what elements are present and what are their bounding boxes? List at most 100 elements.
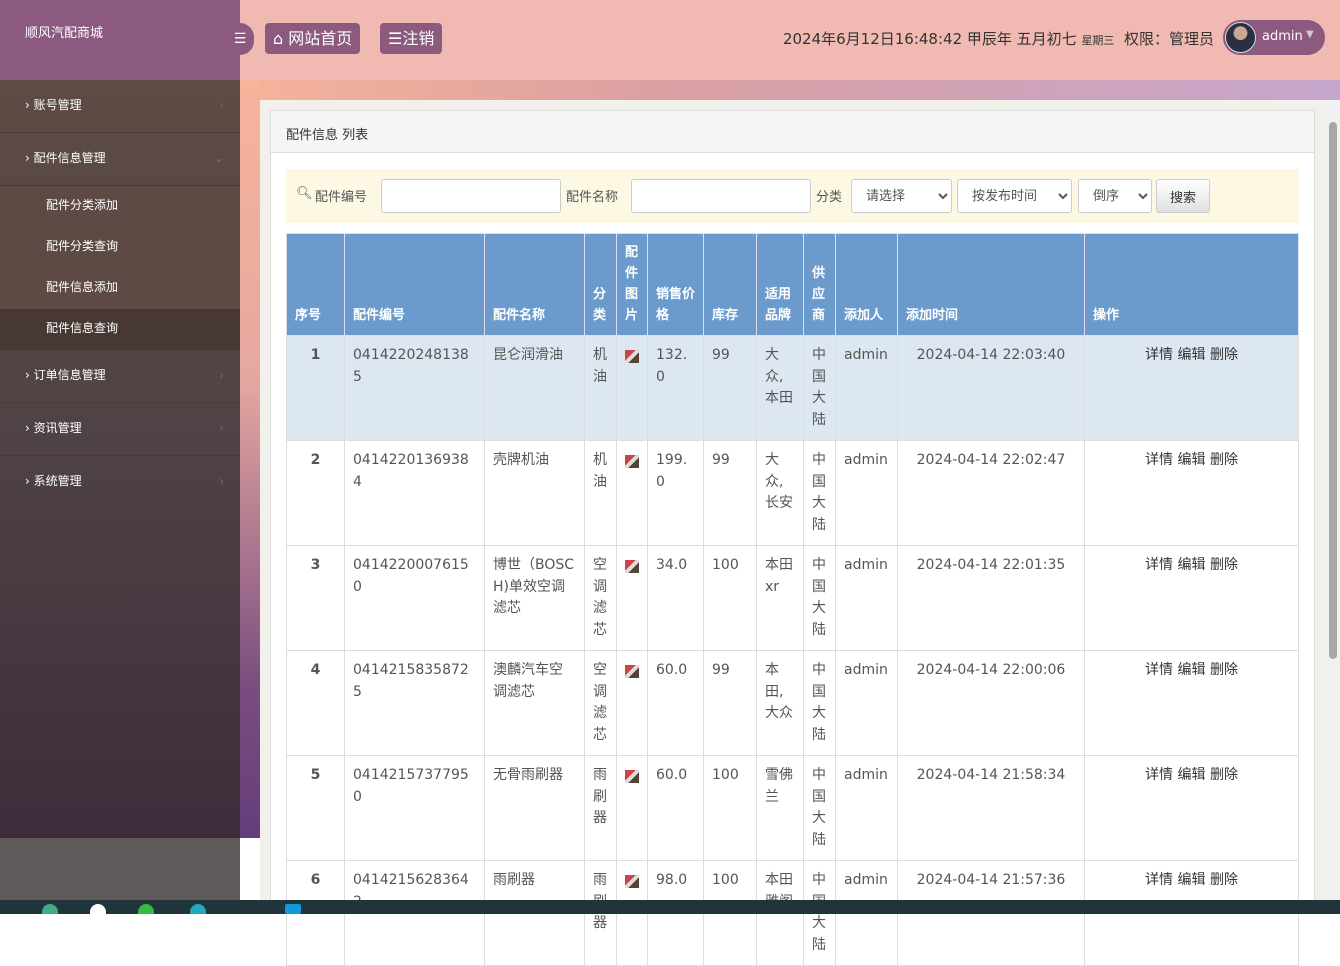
part-thumbnail[interactable] — [625, 875, 639, 888]
column-header: 添加时间 — [897, 233, 1085, 336]
user-menu[interactable]: admin ▼ — [1223, 20, 1325, 55]
taskbar-app-icon[interactable] — [190, 904, 206, 914]
cell-price: 60.0 — [647, 650, 704, 756]
home-label: 网站首页 — [288, 29, 353, 48]
taskbar-app-icon[interactable] — [42, 904, 58, 914]
column-header: 配件名称 — [484, 233, 585, 336]
sidebar: › 账号管理 › › 配件信息管理 ⌄ 配件分类添加 配件分类查询 配件信息添加 配… — [0, 80, 240, 838]
category-label: 分类 — [816, 190, 843, 205]
cell-adder: admin — [835, 755, 898, 861]
cell-brand: 本田,大众 — [756, 650, 804, 756]
part-thumbnail[interactable] — [625, 665, 639, 678]
table-row[interactable]: 2 04142201369384 壳牌机油 机油 199.0 99 大众,长安 中国大陆 adm… — [286, 440, 1299, 546]
name-input[interactable] — [631, 179, 811, 213]
cell-stock: 99 — [703, 440, 757, 546]
taskbar-app-icon[interactable] — [285, 904, 301, 914]
column-header: 分类 — [584, 233, 617, 336]
sidebar-item-label: 系统管理 — [33, 474, 82, 488]
username: admin — [1262, 29, 1303, 44]
cell-time: 2024-04-14 22:00:06 — [897, 650, 1085, 756]
table-row[interactable]: 5 04142157377950 无骨雨刷器 雨刷器 60.0 100 雪佛兰 中国大陆 adm… — [286, 755, 1299, 861]
sidebar-subitem-parts-add[interactable]: 配件信息添加 — [0, 268, 240, 309]
sidebar-item-orders[interactable]: › 订单信息管理 › — [0, 350, 240, 403]
chevron-right-icon: › — [219, 474, 224, 488]
decorative-strip — [240, 80, 1340, 100]
home-button[interactable]: ⌂ 网站首页 — [265, 23, 361, 54]
detail-link[interactable]: 详情 — [1145, 662, 1173, 678]
edit-link[interactable]: 编辑 — [1178, 347, 1206, 363]
cell-actions: 详情 编辑 删除 — [1084, 335, 1299, 441]
detail-link[interactable]: 详情 — [1145, 872, 1173, 888]
menu-toggle-button[interactable]: ☰ — [226, 23, 254, 55]
detail-link[interactable]: 详情 — [1145, 347, 1173, 363]
cell-code: 04142201369384 — [344, 440, 485, 546]
cell-code: 04142200076150 — [344, 545, 485, 651]
code-input[interactable] — [381, 179, 561, 213]
detail-link[interactable]: 详情 — [1145, 452, 1173, 468]
code-label: 配件编号 — [315, 190, 368, 205]
chevron-right-icon: › — [219, 368, 224, 382]
delete-link[interactable]: 删除 — [1210, 557, 1238, 573]
scrollbar-thumb[interactable] — [1329, 122, 1337, 659]
taskbar-app-icon[interactable] — [90, 904, 106, 914]
logout-button[interactable]: ☰注销 — [380, 23, 443, 54]
sidebar-subitem-category-add[interactable]: 配件分类添加 — [0, 186, 240, 227]
cell-name: 昆仑润滑油 — [484, 335, 585, 441]
cell-actions: 详情 编辑 删除 — [1084, 650, 1299, 756]
sidebar-item-system[interactable]: › 系统管理 › — [0, 456, 240, 509]
cell-supplier: 中国大陆 — [803, 335, 836, 441]
cell-name: 壳牌机油 — [484, 440, 585, 546]
sidebar-item-news[interactable]: › 资讯管理 › — [0, 403, 240, 456]
category-select[interactable]: 请选择 — [851, 179, 952, 213]
table-row[interactable]: 1 04142202481385 昆仑润滑油 机油 132.0 99 大众,本田 中国大陆 ad… — [286, 335, 1299, 441]
chevron-down-icon: ⌄ — [213, 151, 224, 165]
edit-link[interactable]: 编辑 — [1178, 767, 1206, 783]
cell-supplier: 中国大陆 — [803, 545, 836, 651]
column-header: 添加人 — [835, 233, 898, 336]
column-header: 操作 — [1084, 233, 1299, 336]
edit-link[interactable]: 编辑 — [1178, 557, 1206, 573]
order-select[interactable]: 倒序 — [1078, 179, 1152, 213]
cell-image — [616, 755, 648, 861]
edit-link[interactable]: 编辑 — [1178, 452, 1206, 468]
name-label: 配件名称 — [566, 190, 619, 205]
sort-select[interactable]: 按发布时间 — [957, 179, 1072, 213]
delete-link[interactable]: 删除 — [1210, 872, 1238, 888]
sidebar-subitem-parts-query[interactable]: 配件信息查询 — [0, 309, 240, 350]
part-thumbnail[interactable] — [625, 455, 639, 468]
avatar — [1225, 22, 1256, 53]
table-row[interactable]: 3 04142200076150 博世（BOSCH)单效空调滤芯 空调滤芯 34.0 10… — [286, 545, 1299, 651]
taskbar-app-icon[interactable] — [138, 904, 154, 914]
delete-link[interactable]: 删除 — [1210, 452, 1238, 468]
delete-link[interactable]: 删除 — [1210, 347, 1238, 363]
detail-link[interactable]: 详情 — [1145, 557, 1173, 573]
sidebar-subitem-category-query[interactable]: 配件分类查询 — [0, 227, 240, 268]
sidebar-item-account[interactable]: › 账号管理 › — [0, 80, 240, 133]
cell-no: 2 — [286, 440, 345, 546]
cell-brand: 大众,长安 — [756, 440, 804, 546]
edit-link[interactable]: 编辑 — [1178, 872, 1206, 888]
cell-brand: 雪佛兰 — [756, 755, 804, 861]
detail-link[interactable]: 详情 — [1145, 767, 1173, 783]
sidebar-item-label: 配件信息管理 — [33, 151, 106, 165]
search-button[interactable]: 搜索 — [1156, 179, 1210, 213]
cell-adder: admin — [835, 335, 898, 441]
part-thumbnail[interactable] — [625, 350, 639, 363]
part-thumbnail[interactable] — [625, 560, 639, 573]
cell-price: 132.0 — [647, 335, 704, 441]
delete-link[interactable]: 删除 — [1210, 662, 1238, 678]
column-header: 配件图片 — [616, 233, 648, 336]
sidebar-footer — [0, 838, 240, 900]
brand-title: 顺风汽配商城 — [0, 0, 240, 80]
datetime: 2024年6月12日16:48:42 甲辰年 五月初七 — [782, 30, 1077, 48]
scrollbar[interactable] — [1326, 100, 1340, 900]
sidebar-item-parts[interactable]: › 配件信息管理 ⌄ — [0, 133, 240, 186]
table-row[interactable]: 4 04142158358725 澳麟汽车空调滤芯 空调滤芯 60.0 99 本田,大众 中国… — [286, 650, 1299, 756]
column-header: 序号 — [286, 233, 345, 336]
cell-price: 34.0 — [647, 545, 704, 651]
cell-price: 199.0 — [647, 440, 704, 546]
part-thumbnail[interactable] — [625, 770, 639, 783]
delete-link[interactable]: 删除 — [1210, 767, 1238, 783]
cell-supplier: 中国大陆 — [803, 650, 836, 756]
edit-link[interactable]: 编辑 — [1178, 662, 1206, 678]
